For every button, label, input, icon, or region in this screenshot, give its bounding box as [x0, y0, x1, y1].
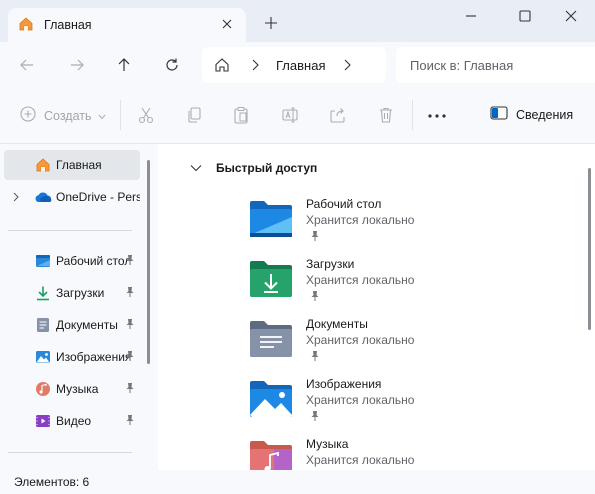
pin-icon: [310, 350, 320, 365]
folder-status: Хранится локально: [306, 333, 415, 347]
home-icon: [34, 156, 52, 174]
onedrive-icon: [34, 188, 52, 206]
toolbar-divider: [412, 100, 413, 130]
details-label: Сведения: [516, 107, 574, 122]
toolbar-divider: [120, 100, 121, 130]
sidebar-item-documents[interactable]: Документы: [0, 310, 140, 340]
details-button[interactable]: Сведения: [490, 106, 573, 123]
tab-home[interactable]: Главная: [8, 8, 246, 42]
chevron-right-icon[interactable]: [342, 58, 352, 75]
download-icon: [34, 284, 52, 302]
new-tab-icon[interactable]: [262, 14, 280, 32]
address-bar[interactable]: Главная: [202, 47, 386, 83]
folder-status: Хранится локально: [306, 393, 415, 407]
create-button[interactable]: Создать: [20, 106, 106, 125]
folder-tile[interactable]: Рабочий стол Хранится локально: [248, 197, 508, 253]
up-arrow-icon[interactable]: [113, 54, 135, 76]
title-bar: Главная: [0, 0, 595, 42]
folder-status: Хранится локально: [306, 273, 415, 287]
documents-folder-icon: [248, 319, 294, 359]
navigation-bar: Главная Поиск в: Главная: [0, 42, 595, 88]
search-input[interactable]: Поиск в: Главная: [396, 47, 595, 83]
pictures-folder-icon: [248, 379, 294, 419]
music-icon: [34, 380, 52, 398]
folder-name: Музыка: [306, 437, 349, 451]
more-options-icon[interactable]: [426, 106, 448, 126]
create-label: Создать: [44, 108, 92, 123]
section-title: Быстрый доступ: [216, 161, 318, 175]
sidebar-item-music[interactable]: Музыка: [0, 374, 140, 404]
copy-icon[interactable]: [184, 105, 204, 125]
pin-icon: [310, 230, 320, 245]
chevron-down-icon: [98, 109, 106, 123]
pictures-icon: [34, 348, 52, 366]
maximize-icon[interactable]: [514, 6, 536, 26]
downloads-folder-icon: [248, 259, 294, 299]
home-outline-icon[interactable]: [214, 57, 230, 76]
sidebar-item-desktop[interactable]: Рабочий стол: [0, 246, 140, 276]
pin-icon: [310, 410, 320, 425]
back-arrow-icon[interactable]: [16, 54, 38, 76]
pin-icon[interactable]: [125, 382, 135, 397]
sidebar-divider: [8, 452, 132, 453]
chevron-right-icon[interactable]: [12, 191, 20, 206]
music-folder-icon: [248, 439, 294, 470]
sidebar-item-home[interactable]: Главная: [4, 150, 140, 180]
navigation-pane: Главная OneDrive - Personal Рабочий стол…: [0, 144, 158, 470]
pin-icon[interactable]: [125, 414, 135, 429]
content-pane: Быстрый доступ Рабочий стол Хранится лок…: [158, 144, 595, 470]
quick-access-header[interactable]: Быстрый доступ: [190, 161, 317, 175]
share-icon[interactable]: [328, 105, 348, 125]
pin-icon[interactable]: [125, 350, 135, 365]
sidebar-item-downloads[interactable]: Загрузки: [0, 278, 140, 308]
desktop-icon: [34, 252, 52, 270]
sidebar-item-pictures[interactable]: Изображения: [0, 342, 140, 372]
sidebar-item-label: Главная: [56, 158, 102, 172]
folder-status: Хранится локально: [306, 213, 415, 227]
desktop-folder-icon: [248, 199, 294, 239]
sidebar-item-onedrive[interactable]: OneDrive - Personal: [0, 182, 140, 212]
item-count: Элементов: 6: [14, 475, 90, 489]
folder-tile[interactable]: Музыка Хранится локально: [248, 437, 508, 470]
cut-icon[interactable]: [136, 105, 156, 125]
pin-icon[interactable]: [125, 286, 135, 301]
chevron-right-icon[interactable]: [250, 58, 260, 75]
sidebar-item-video[interactable]: Видео: [0, 406, 140, 436]
sidebar-divider: [8, 230, 132, 231]
status-bar: Элементов: 6: [0, 470, 595, 494]
chevron-down-icon[interactable]: [190, 161, 202, 175]
refresh-icon[interactable]: [161, 54, 183, 76]
folder-tile[interactable]: Изображения Хранится локально: [248, 377, 508, 433]
plus-circle-icon: [20, 106, 36, 125]
command-bar: Создать Сведения: [0, 88, 595, 144]
documents-icon: [34, 316, 52, 334]
video-icon: [34, 412, 52, 430]
forward-arrow-icon[interactable]: [66, 54, 88, 76]
rename-icon[interactable]: [280, 105, 300, 125]
breadcrumb-home[interactable]: Главная: [276, 58, 325, 73]
pin-icon[interactable]: [125, 318, 135, 333]
home-icon: [18, 16, 34, 35]
pin-icon: [310, 290, 320, 305]
folder-tile[interactable]: Документы Хранится локально: [248, 317, 508, 373]
folder-tile[interactable]: Загрузки Хранится локально: [248, 257, 508, 313]
folder-name: Документы: [306, 317, 368, 331]
sidebar-scrollbar[interactable]: [147, 160, 150, 364]
folder-name: Рабочий стол: [306, 197, 382, 211]
search-placeholder: Поиск в: Главная: [410, 58, 514, 73]
folder-name: Загрузки: [306, 257, 355, 271]
close-window-icon[interactable]: [560, 6, 582, 26]
folder-status: Хранится локально: [306, 453, 415, 467]
content-scrollbar[interactable]: [588, 168, 591, 330]
folder-name: Изображения: [306, 377, 382, 391]
minimize-icon[interactable]: [460, 6, 482, 26]
delete-icon[interactable]: [376, 105, 396, 125]
paste-icon[interactable]: [231, 105, 251, 125]
close-tab-icon[interactable]: [220, 17, 234, 31]
details-pane-icon: [490, 106, 508, 123]
sidebar-item-label: OneDrive - Personal: [56, 190, 140, 204]
tab-title: Главная: [44, 18, 92, 32]
pin-icon[interactable]: [125, 254, 135, 269]
